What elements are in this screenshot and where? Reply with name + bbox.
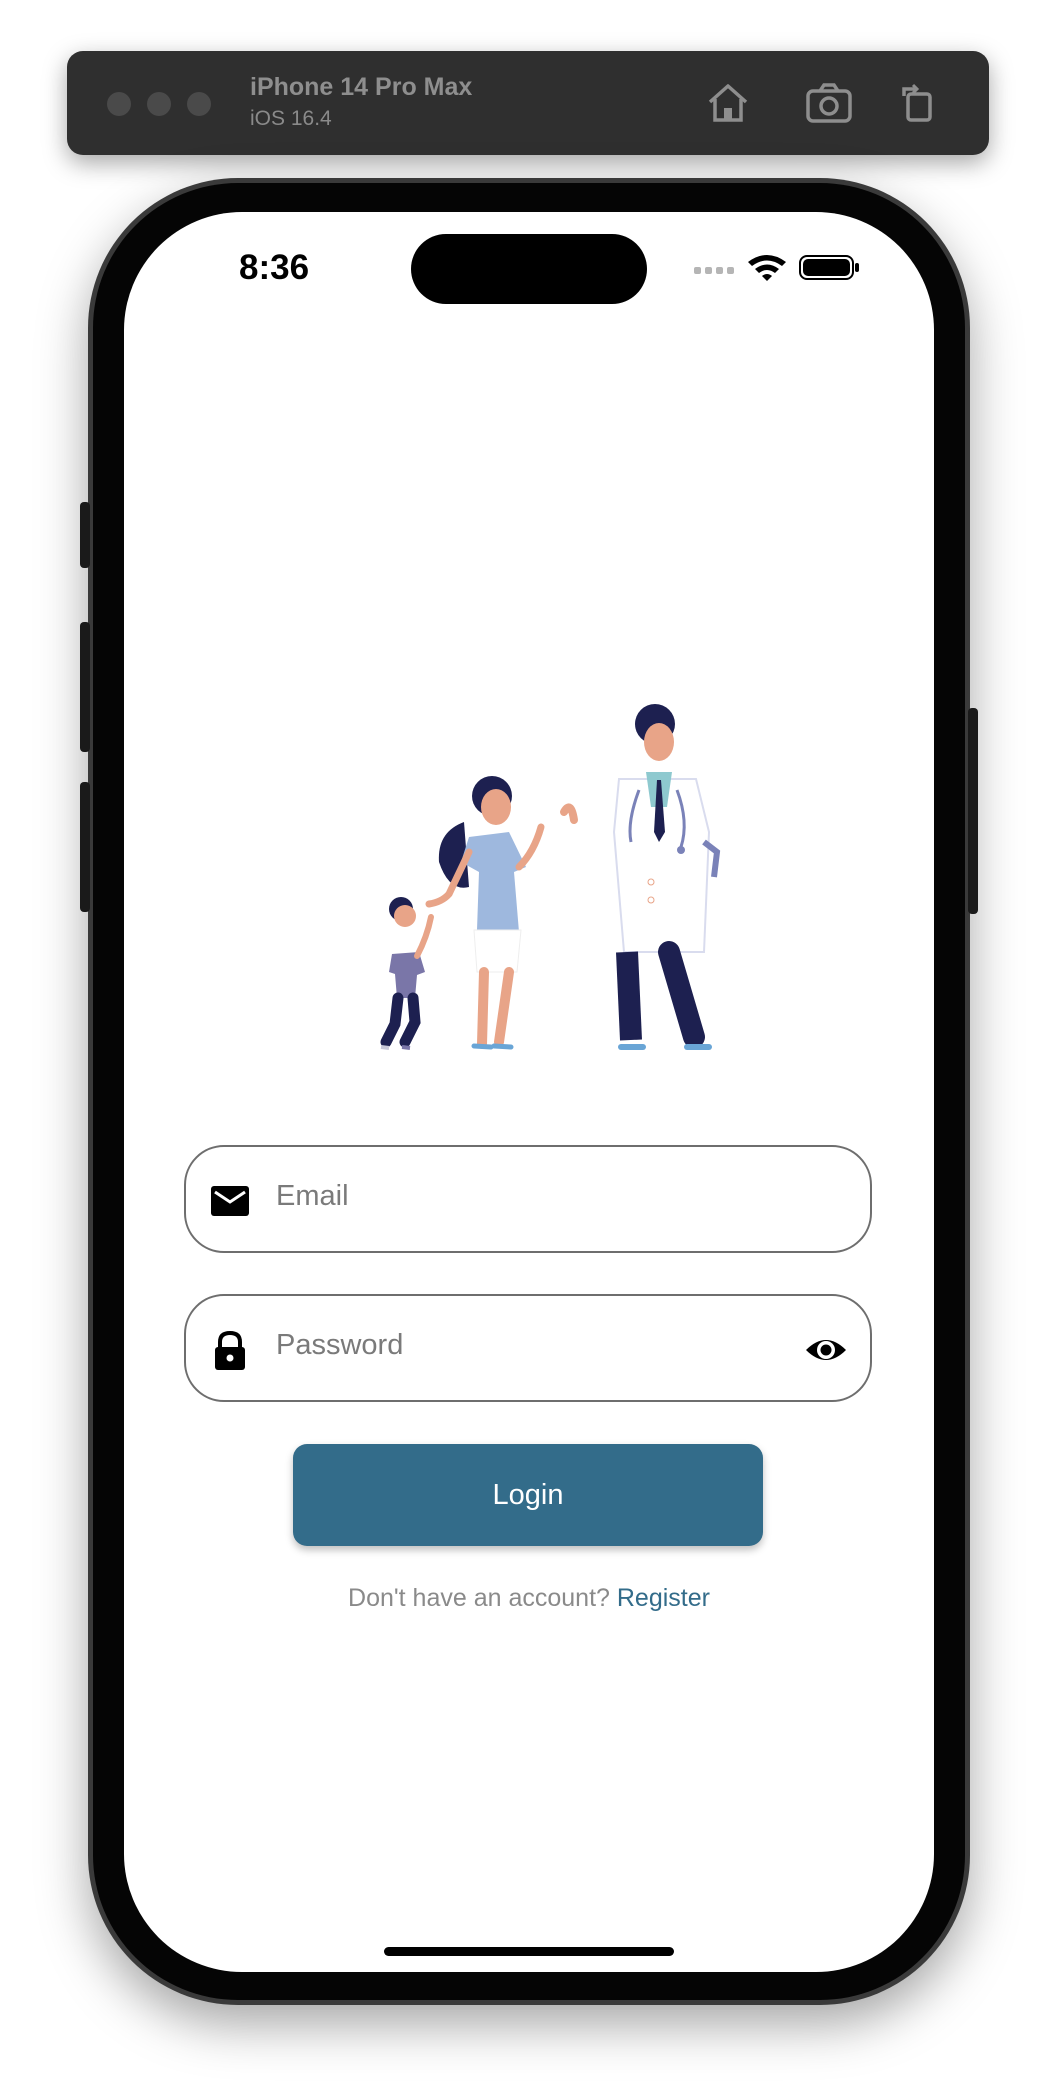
register-link[interactable]: Register — [617, 1584, 710, 1612]
password-placeholder: Password — [276, 1329, 404, 1361]
status-icons — [694, 255, 859, 281]
family-doctor-illustration — [380, 704, 721, 1050]
home-icon[interactable] — [702, 77, 754, 129]
volume-down-button — [80, 782, 90, 912]
eye-icon[interactable] — [804, 1330, 848, 1370]
mother-figure — [425, 776, 578, 1050]
email-field[interactable]: Email — [184, 1145, 872, 1253]
status-time: 8:36 — [239, 248, 310, 287]
wifi-icon — [748, 255, 786, 281]
cellular-signal-icon — [694, 267, 734, 274]
device-name: iPhone 14 Pro Max — [250, 73, 473, 101]
no-account-text: Don't have an account? — [348, 1584, 617, 1612]
lock-icon — [215, 1330, 245, 1370]
email-placeholder: Email — [276, 1180, 349, 1212]
mail-icon — [211, 1186, 249, 1216]
register-prompt: Don't have an account? Register — [124, 1584, 934, 1613]
dynamic-island — [411, 234, 647, 304]
action-button — [80, 502, 90, 568]
password-field[interactable]: Password — [184, 1294, 872, 1402]
child-figure — [380, 897, 434, 1050]
simulator-toolbar: iPhone 14 Pro Max iOS 16.4 — [67, 51, 989, 155]
rotate-icon[interactable] — [893, 77, 945, 129]
close-window-button[interactable] — [107, 92, 131, 116]
doctor-figure — [612, 704, 721, 1050]
battery-icon — [799, 255, 859, 280]
screenshot-icon[interactable] — [803, 77, 855, 129]
zoom-window-button[interactable] — [187, 92, 211, 116]
volume-up-button — [80, 622, 90, 752]
minimize-window-button[interactable] — [147, 92, 171, 116]
app-screen: 8:36 Email Password Login Don't have an … — [124, 212, 934, 1972]
power-button — [968, 708, 978, 914]
os-version: iOS 16.4 — [250, 107, 332, 130]
home-indicator[interactable] — [384, 1947, 674, 1956]
login-button[interactable]: Login — [293, 1444, 763, 1546]
